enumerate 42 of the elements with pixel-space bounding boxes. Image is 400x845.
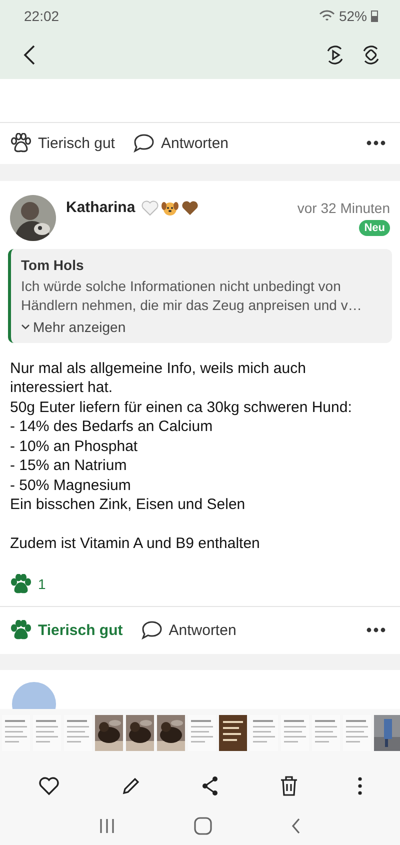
battery-level: 52% — [338, 8, 367, 24]
post-text: - 15% an Natrium — [10, 456, 128, 476]
reply-button[interactable]: Antworten — [140, 620, 236, 640]
wifi-icon — [318, 10, 335, 22]
post-text: Ein bisschen Zink, Eisen und Selen — [10, 495, 246, 515]
heart-icon[interactable] — [38, 776, 60, 796]
quote-author: Tom Hols — [21, 256, 85, 273]
post-text: - 14% des Bedarfs an Calcium — [10, 417, 214, 437]
recent-apps-button[interactable] — [99, 818, 116, 834]
speech-bubble-icon — [140, 620, 163, 640]
paw-icon — [10, 133, 32, 154]
share-icon[interactable] — [201, 776, 219, 796]
like-button[interactable]: Tierisch gut — [10, 620, 123, 640]
battery-icon — [371, 10, 378, 22]
author-name[interactable]: Katharina — [66, 199, 136, 216]
heart-icon — [141, 200, 160, 216]
more-icon[interactable] — [358, 777, 362, 796]
show-more-link[interactable]: Mehr anzeigen — [21, 318, 382, 335]
new-badge: Neu — [359, 220, 390, 236]
quote-text: Ich würde solche Informationen nicht unbedingt von Händlern nehmen, die mir das Zeug anpreisen und v… — [21, 276, 363, 315]
trash-icon[interactable] — [280, 775, 298, 798]
post-text: - 10% an Phosphat — [10, 436, 139, 456]
heart-icon — [181, 200, 200, 216]
paw-icon — [10, 574, 32, 594]
post-text: - 50% Magnesium — [10, 476, 132, 496]
like-button[interactable]: Tierisch gut — [10, 133, 115, 154]
speech-bubble-icon — [132, 133, 155, 154]
reply-button[interactable]: Antworten — [132, 133, 229, 154]
dog-face-icon — [161, 200, 180, 216]
like-count: 1 — [38, 576, 46, 592]
more-icon[interactable] — [366, 627, 386, 634]
back-button[interactable] — [22, 44, 36, 66]
paw-icon — [10, 620, 32, 640]
caret-icon — [21, 324, 30, 330]
status-time: 22:02 — [24, 8, 60, 24]
more-icon[interactable] — [366, 140, 386, 146]
post-text: Nur mal als allgemeine Info, weils mich auch interessiert hat. — [10, 358, 307, 398]
pencil-icon[interactable] — [120, 776, 140, 796]
post-text: Zudem ist Vitamin A und B9 enthalten — [10, 534, 261, 554]
post-text: 50g Euter liefern für einen ca 30kg schweren Hund: — [10, 398, 353, 418]
home-button[interactable] — [194, 817, 212, 835]
post-time: vor 32 Minuten — [297, 200, 390, 216]
